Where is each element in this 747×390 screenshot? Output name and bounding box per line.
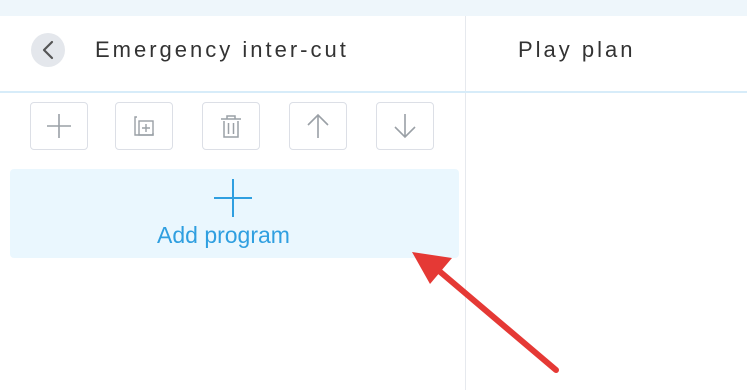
add-button[interactable] bbox=[30, 102, 88, 150]
panel-divider bbox=[465, 16, 466, 390]
delete-button[interactable] bbox=[202, 102, 260, 150]
move-up-button[interactable] bbox=[289, 102, 347, 150]
trash-icon bbox=[221, 115, 241, 138]
plus-icon bbox=[47, 114, 71, 138]
copy-button[interactable] bbox=[115, 102, 173, 150]
arrow-up-icon bbox=[307, 113, 329, 138]
add-program-label: Add program bbox=[157, 222, 290, 248]
move-down-button[interactable] bbox=[376, 102, 434, 150]
back-button[interactable] bbox=[31, 33, 65, 67]
header-divider bbox=[0, 91, 747, 93]
panel-title: Emergency inter-cut bbox=[95, 37, 349, 62]
copy-icon bbox=[134, 116, 154, 136]
chevron-left-icon bbox=[42, 40, 54, 60]
arrow-down-icon bbox=[394, 114, 416, 139]
top-strip bbox=[0, 0, 747, 16]
plus-icon bbox=[214, 179, 252, 217]
tab-play-plan[interactable]: Play plan bbox=[518, 37, 636, 63]
